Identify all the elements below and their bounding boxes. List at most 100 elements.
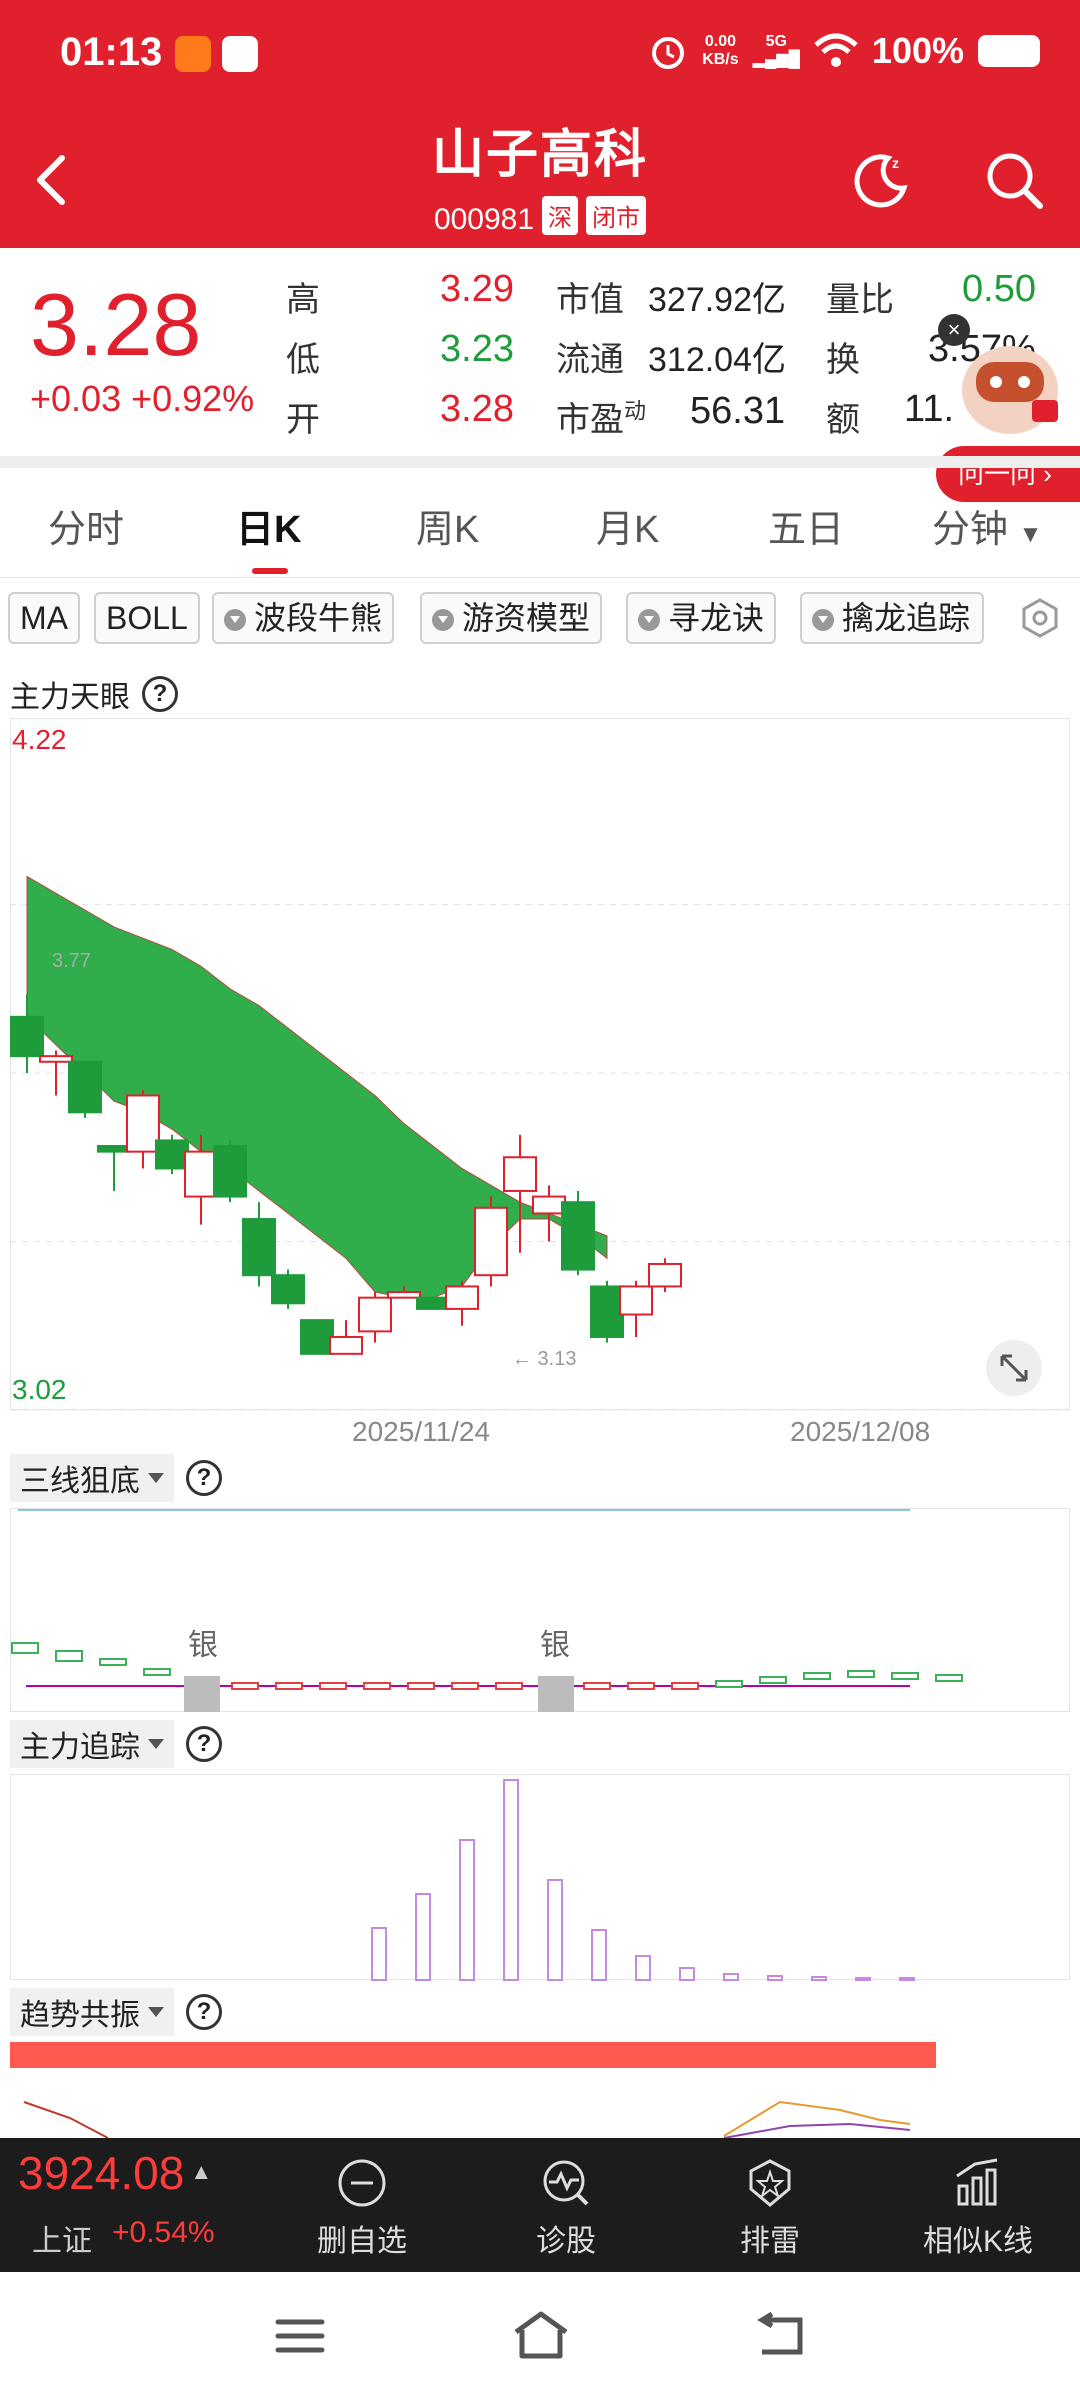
- search-icon[interactable]: [982, 148, 1046, 212]
- close-icon[interactable]: ×: [938, 314, 970, 346]
- sub3-title: 趋势共振 ?: [10, 1988, 222, 2036]
- similar-kline-button[interactable]: 相似K线: [898, 2156, 1058, 2260]
- tab-five-day[interactable]: 五日: [768, 498, 844, 553]
- date-label: 2025/12/08: [790, 1416, 931, 1447]
- back-nav-icon[interactable]: [752, 2312, 808, 2360]
- candle-body: [126, 1094, 160, 1153]
- signal-box: [935, 1674, 963, 1682]
- index-value[interactable]: 3924.08 ▲: [18, 2146, 212, 2200]
- signal-box: [143, 1668, 171, 1676]
- open-label: 开: [286, 401, 320, 439]
- sub2-title: 主力追踪 ?: [10, 1720, 222, 1768]
- volume-bar: [371, 1927, 387, 1981]
- mcap-label: 市值: [556, 281, 624, 319]
- signal-label: 银: [540, 1629, 570, 1662]
- candle-body: [39, 1055, 73, 1063]
- signal-box: [319, 1682, 347, 1690]
- trend-line: [23, 2101, 109, 2138]
- signal-label: 银: [188, 1629, 218, 1662]
- signal-box: [99, 1658, 127, 1666]
- indicator-wave-bull-bear[interactable]: 波段牛熊: [212, 592, 395, 644]
- stock-name: 山子高科: [431, 126, 648, 184]
- diagnose-button[interactable]: 诊股: [486, 2156, 646, 2260]
- candle-body: [155, 1139, 189, 1170]
- help-icon[interactable]: ?: [186, 1460, 222, 1496]
- sub2-selector[interactable]: 主力追踪: [10, 1720, 174, 1768]
- notification-app-icon: [222, 36, 258, 72]
- sub1-selector[interactable]: 三线狙底: [10, 1454, 174, 1502]
- signal-box: [11, 1642, 39, 1654]
- help-icon[interactable]: ?: [186, 1726, 222, 1762]
- turnover-label: 换: [826, 341, 860, 379]
- trend-line: [723, 2100, 911, 2137]
- high-label: 高: [286, 281, 320, 319]
- sub3-selector[interactable]: 趋势共振: [10, 1988, 174, 2036]
- svg-text:z: z: [892, 155, 899, 171]
- indicator-boll[interactable]: BOLL: [94, 592, 200, 644]
- tab-weekly-k[interactable]: 周K: [416, 498, 479, 553]
- sub1-title: 三线狙底 ?: [10, 1454, 222, 1502]
- resonance-band: [10, 2042, 936, 2068]
- wifi-icon: [814, 33, 858, 67]
- bottom-action-bar: 3924.08 ▲ 上证 +0.54% 删自选 诊股 排雷 相似K线: [0, 2138, 1080, 2272]
- candle-body: [213, 1145, 247, 1198]
- remove-watchlist-button[interactable]: 删自选: [282, 2156, 442, 2260]
- volume-bar: [503, 1779, 519, 1981]
- diagnose-icon: [543, 2160, 589, 2206]
- volume-bar: [679, 1967, 695, 1981]
- tab-intraday[interactable]: 分时: [48, 498, 124, 553]
- amount-label: 额: [826, 401, 860, 439]
- indicator-dragon-track[interactable]: 擒龙追踪: [800, 592, 984, 644]
- candle-body: [329, 1335, 363, 1355]
- risk-scan-button[interactable]: 排雷: [690, 2156, 850, 2260]
- candle-body: [474, 1206, 508, 1277]
- help-icon[interactable]: ?: [142, 676, 178, 712]
- indicator-dragon-search[interactable]: 寻龙诀: [626, 592, 777, 644]
- candle-body: [10, 1015, 44, 1058]
- tab-minute[interactable]: 分钟 ▼: [932, 498, 1042, 553]
- menu-icon[interactable]: [272, 2314, 328, 2358]
- stock-code: 000981: [433, 203, 535, 236]
- candle-body: [387, 1291, 421, 1299]
- volratio-value: 0.50: [962, 268, 1036, 310]
- chevron-down-icon: [148, 1739, 164, 1749]
- premium-icon: [812, 609, 834, 631]
- indicator-hot-money[interactable]: 游资模型: [420, 592, 603, 644]
- volume-bar: [635, 1955, 651, 1981]
- net-speed: 0.00 KB/s: [702, 33, 739, 68]
- candle-body: [503, 1156, 537, 1192]
- volratio-label: 量比: [826, 281, 894, 319]
- volume-bar: [899, 1977, 915, 1981]
- signal-box: [891, 1672, 919, 1680]
- signal-box: [803, 1672, 831, 1680]
- volume-bar: [547, 1879, 563, 1981]
- signal-box: [715, 1680, 743, 1688]
- section-divider: [0, 456, 1080, 468]
- status-indicators: 0.00 KB/s 5G ▂▄▆█ 100%: [648, 30, 1040, 72]
- tab-monthly-k[interactable]: 月K: [596, 498, 659, 553]
- alarm-icon: [652, 37, 685, 69]
- tab-daily-k[interactable]: 日K: [236, 498, 301, 553]
- volume-bar: [459, 1839, 475, 1981]
- help-icon[interactable]: ?: [186, 1994, 222, 2030]
- indicator-ma[interactable]: MA: [8, 592, 80, 644]
- low-value: 3.23: [440, 328, 514, 370]
- float-value: 312.04亿: [648, 341, 786, 379]
- indicator-settings-icon[interactable]: [1018, 596, 1062, 640]
- signal-box: [495, 1682, 523, 1690]
- high-marker: 3.77: [52, 950, 91, 972]
- y-axis-min: 3.02: [12, 1374, 67, 1405]
- signal-box: [627, 1682, 655, 1690]
- pe-value: 56.31: [690, 390, 786, 432]
- chevron-down-icon: [148, 2007, 164, 2017]
- candle-body: [97, 1145, 131, 1153]
- expand-icon[interactable]: [986, 1340, 1042, 1396]
- night-mode-icon[interactable]: z: [848, 148, 912, 212]
- home-icon[interactable]: [510, 2308, 572, 2362]
- bar-chart-icon: [956, 2158, 998, 2206]
- mcap-value: 327.92亿: [648, 281, 786, 319]
- signal-box: [759, 1676, 787, 1684]
- last-price: 3.28: [30, 275, 202, 374]
- signal-marker: [538, 1676, 574, 1712]
- price-change: +0.03 +0.92%: [30, 378, 255, 419]
